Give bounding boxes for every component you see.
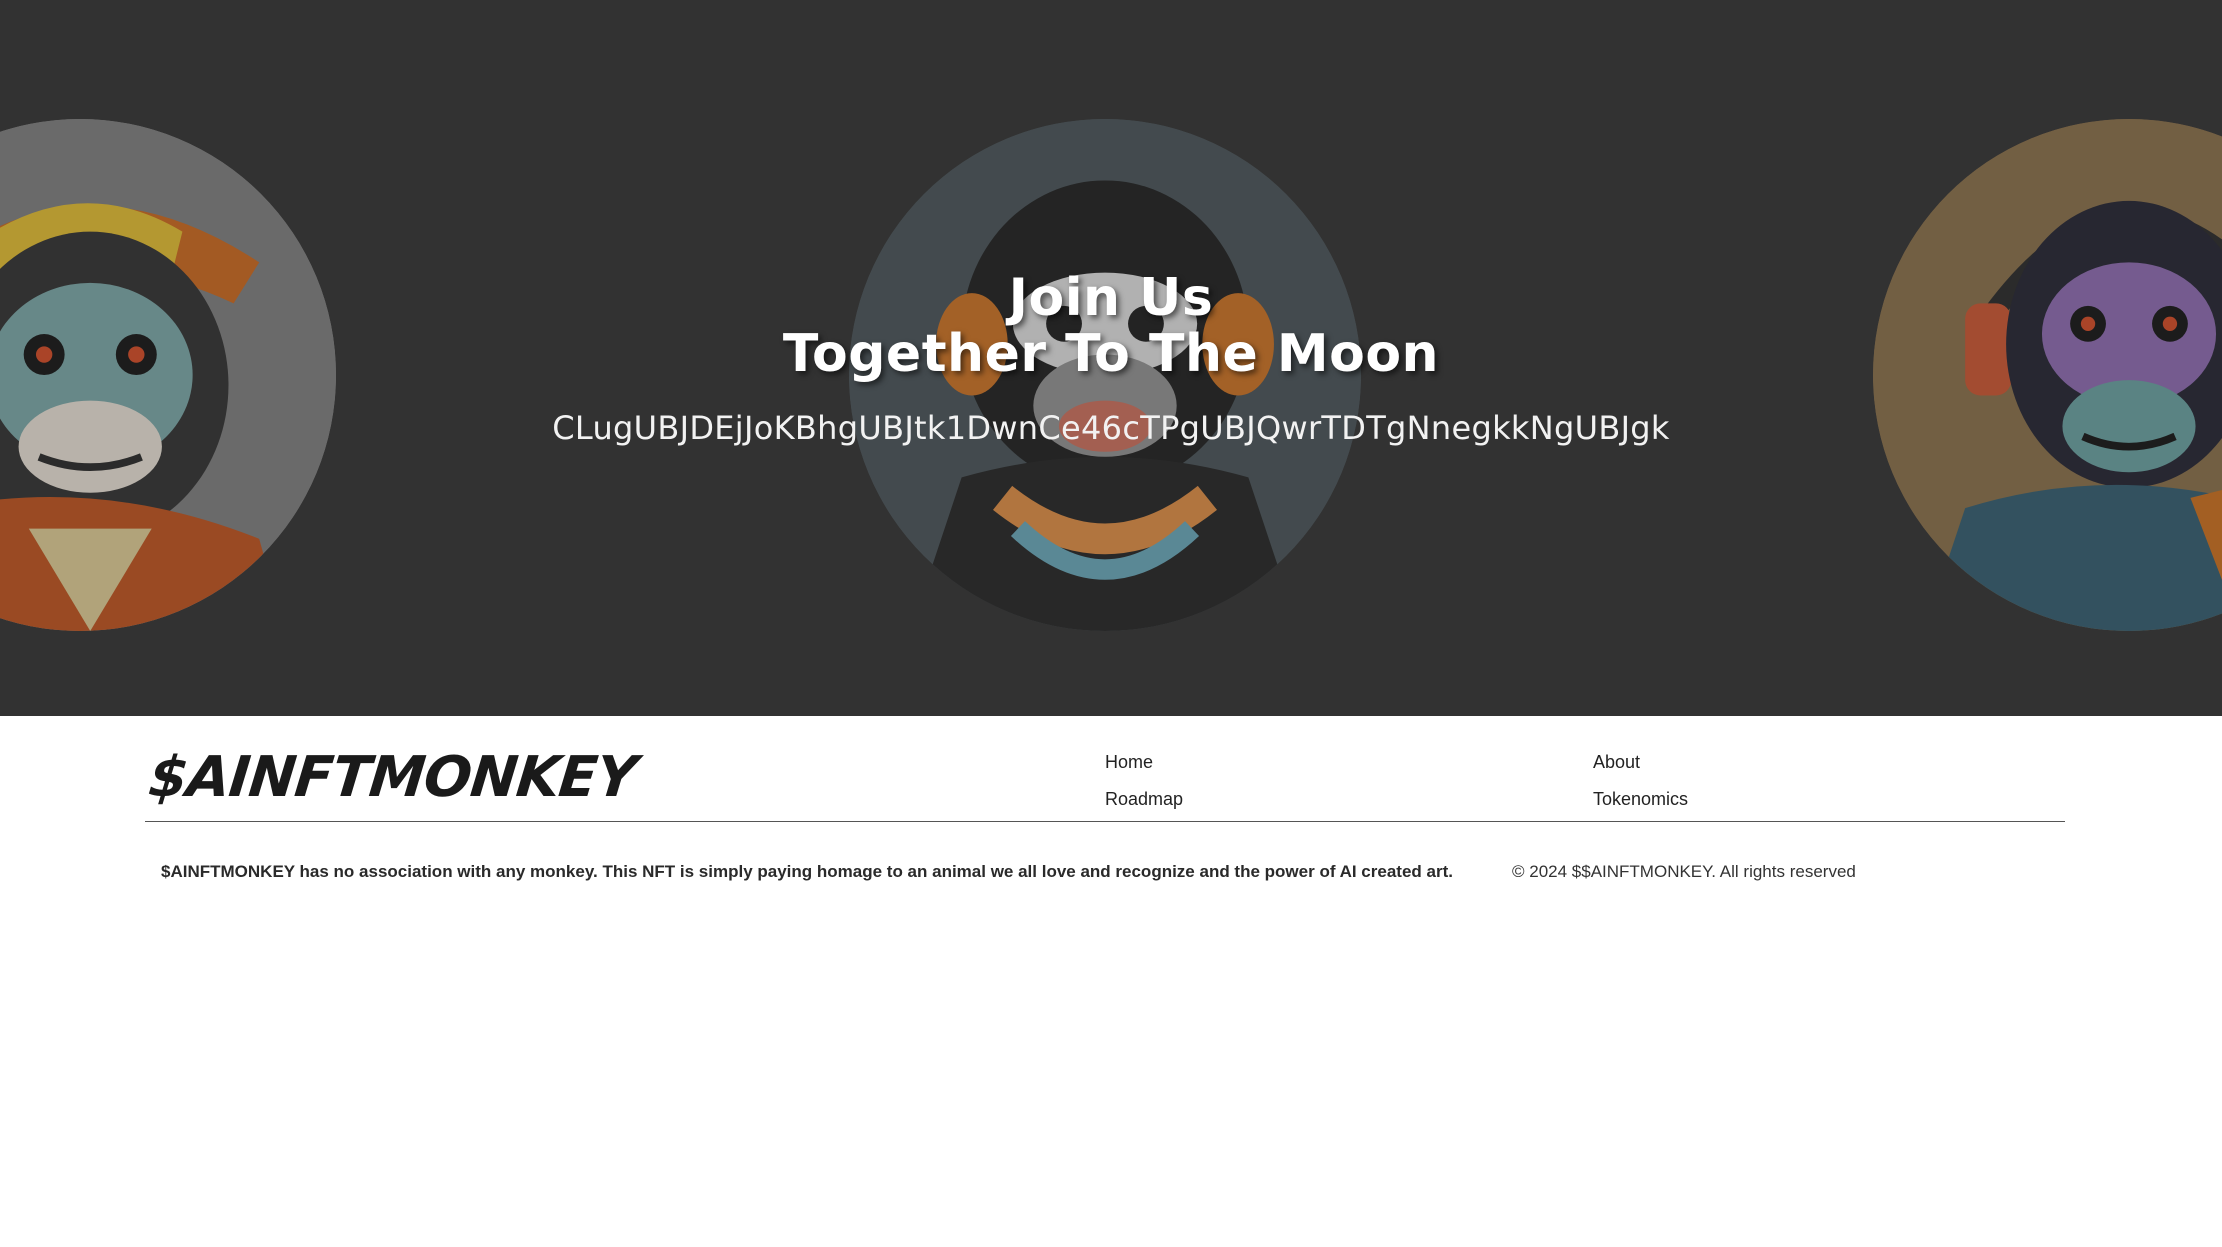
footer-nav-roadmap[interactable]: Roadmap [1105,789,1183,810]
footer-nav-home[interactable]: Home [1105,752,1153,773]
footer-bottom: $AINFTMONKEY has no association with any… [145,822,2065,882]
contract-address[interactable]: CLugUBJDEjJoKBhgUBJtk1DwnCe46cTPgUBJQwrT… [0,408,2222,448]
footer-nav-tokenomics[interactable]: Tokenomics [1593,789,1688,810]
footer-disclaimer: $AINFTMONKEY has no association with any… [161,862,1453,881]
hero-title: Join Us Together To The Moon [0,270,2222,382]
hero-text-block: Join Us Together To The Moon CLugUBJDEjJ… [0,270,2222,448]
hero-title-line2: Together To The Moon [782,324,1440,384]
hero-section: Join Us Together To The Moon CLugUBJDEjJ… [0,0,2222,716]
footer-nav-about[interactable]: About [1593,752,1640,773]
footer: $AINFTMONKEY Home Roadmap About Tokenomi… [145,716,2065,882]
footer-top: $AINFTMONKEY Home Roadmap About Tokenomi… [145,716,2065,822]
hero-title-line1: Join Us [1008,268,1214,328]
footer-copyright: © 2024 $$AINFTMONKEY. All rights reserve… [1512,862,1856,881]
footer-logo[interactable]: $AINFTMONKEY [146,745,640,810]
